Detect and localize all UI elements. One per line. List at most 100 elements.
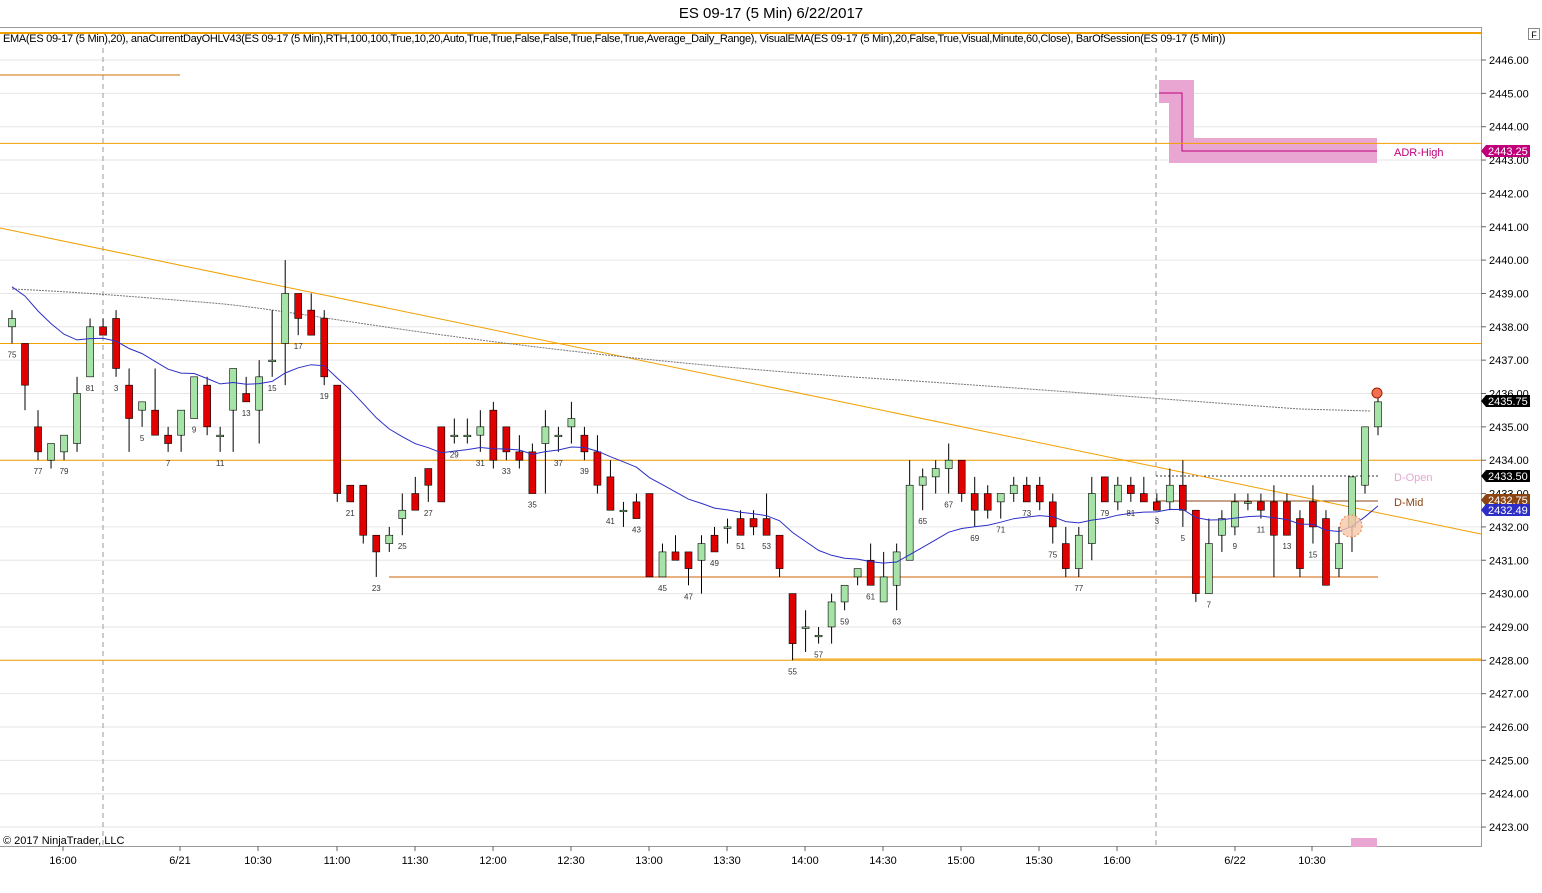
candle-up — [60, 434, 68, 453]
trend-line — [0, 227, 1482, 535]
candle-down — [1035, 484, 1044, 503]
bar-number-label: 15 — [268, 384, 277, 393]
bar-number-label: 45 — [658, 584, 667, 593]
bar-number-label: 77 — [34, 467, 43, 476]
candle-up — [47, 443, 55, 461]
candle-up — [827, 601, 836, 628]
candle-down — [762, 518, 771, 536]
price-tick-label: 2425.00 — [1489, 755, 1529, 767]
candle-up — [463, 434, 472, 437]
price-tick-label: 2435.00 — [1489, 422, 1529, 434]
candle-up — [1361, 426, 1369, 486]
time-tick-label: 15:00 — [947, 855, 975, 867]
time-tick-label: 11:00 — [324, 855, 351, 867]
bar-number-label: 51 — [736, 542, 745, 551]
candle-up — [541, 426, 550, 444]
candle-down — [1022, 484, 1031, 503]
bar-number-label: 23 — [372, 584, 381, 593]
adr-high-label: ADR-High — [1394, 147, 1444, 159]
bar-number-label: 15 — [1308, 551, 1317, 560]
candle-up — [1114, 484, 1122, 503]
candle-up — [229, 368, 237, 411]
bar-number-label: 7 — [166, 459, 171, 468]
last-price-tag: 2435.75 — [1488, 396, 1528, 408]
candle-down — [684, 551, 693, 569]
bar-number-label: 47 — [684, 592, 693, 601]
price-tick-label: 2437.00 — [1489, 355, 1529, 367]
candle-down — [970, 493, 979, 511]
price-tick-label: 2445.00 — [1489, 88, 1529, 100]
candle-down — [983, 493, 992, 511]
price-chart[interactable]: 2446.002445.002444.002443.002442.002441.… — [0, 0, 1542, 893]
candle-up — [86, 326, 94, 378]
candle-up — [996, 493, 1005, 503]
chart-window: ES 09-17 (5 Min) 6/22/2017 2446.00 2445.0… — [0, 0, 1542, 893]
price-tick-label: 2440.00 — [1489, 255, 1529, 267]
time-tick-label: 6/21 — [169, 855, 190, 867]
price-tick-label: 2426.00 — [1489, 722, 1529, 734]
price-tick-label: 2423.00 — [1489, 822, 1529, 834]
bar-number-label: 11 — [216, 459, 225, 468]
candle-up — [1166, 484, 1174, 503]
last-price-marker — [1371, 387, 1383, 399]
ema-tag: 2432.49 — [1488, 505, 1528, 517]
bar-number-label: 43 — [632, 526, 641, 535]
price-tick-label: 2432.00 — [1489, 522, 1529, 534]
candle-up — [138, 401, 146, 411]
candle-up — [853, 568, 862, 578]
candle-up — [931, 468, 940, 478]
bar-number-label: 77 — [1074, 584, 1083, 593]
bar-number-label: 9 — [1233, 542, 1238, 551]
candle-up — [476, 426, 485, 436]
candle-up — [1374, 401, 1382, 428]
candle-up — [567, 418, 576, 428]
candle-down — [1283, 501, 1291, 536]
bar-number-label: 13 — [1282, 542, 1291, 551]
price-tick-label: 2444.00 — [1489, 122, 1529, 134]
bar-number-label: 3 — [114, 384, 119, 393]
price-tick-label: 2431.00 — [1489, 555, 1529, 567]
bar-number-label: 69 — [970, 534, 979, 543]
time-tick-label: 12:00 — [479, 855, 507, 867]
time-tick-label: 16:00 — [1103, 855, 1131, 867]
bar-number-label: 5 — [1181, 534, 1186, 543]
candle-down — [957, 459, 966, 494]
bar-number-label: 7 — [1207, 601, 1212, 610]
price-tick-label: 2434.00 — [1489, 455, 1529, 467]
bar-number-label: 71 — [996, 526, 1005, 535]
time-tick-label: 10:30 — [1298, 855, 1326, 867]
time-tick-label: 14:30 — [869, 855, 897, 867]
price-tick-label: 2438.00 — [1489, 322, 1529, 334]
bar-number-label: 39 — [580, 467, 589, 476]
candle-down — [1048, 501, 1057, 528]
time-tick-label: 14:00 — [791, 855, 819, 867]
price-tick-label: 2439.00 — [1489, 288, 1529, 300]
bar-number-label: 81 — [1126, 509, 1135, 518]
candle-down — [1127, 484, 1135, 494]
time-tick-label: 6/22 — [1224, 855, 1245, 867]
price-tick-label: 2441.00 — [1489, 222, 1529, 234]
candle-up — [73, 393, 81, 444]
corner-button[interactable]: F — [1528, 28, 1540, 40]
candle-down — [710, 534, 719, 553]
bar-number-label: 59 — [840, 617, 849, 626]
candle-down — [593, 451, 602, 486]
candle-up — [1231, 501, 1239, 528]
candle-down — [671, 551, 680, 561]
candle-down — [788, 593, 797, 644]
candle-down — [242, 393, 250, 403]
time-tick-label: 13:30 — [713, 855, 741, 867]
time-tick-label: 13:00 — [635, 855, 663, 867]
candle-down — [21, 343, 29, 386]
candle-down — [866, 559, 875, 586]
price-tick-label: 2427.00 — [1489, 689, 1529, 701]
candle-down — [437, 426, 446, 503]
price-tick-label: 2442.00 — [1489, 188, 1529, 200]
candle-down — [606, 476, 615, 511]
candle-down — [372, 534, 381, 553]
bar-number-label: 61 — [866, 592, 875, 601]
bar-number-label: 79 — [60, 467, 69, 476]
bar-number-label: 9 — [192, 426, 197, 435]
time-tick-label: 15:30 — [1025, 855, 1053, 867]
d-mid-label: D-Mid — [1394, 497, 1423, 509]
